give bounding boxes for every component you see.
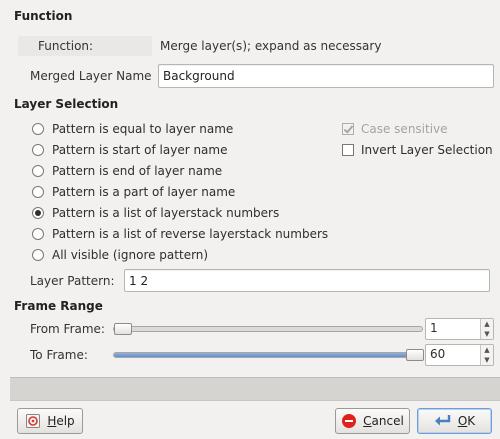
from-frame-spin-buttons: ▲ ▼	[480, 319, 493, 339]
help-mnemonic: H	[47, 414, 57, 428]
spin-up-icon[interactable]: ▲	[481, 345, 493, 355]
layer-pattern-label: Layer Pattern:	[30, 274, 115, 288]
radio-label: Pattern is end of layer name	[52, 164, 223, 178]
function-label: Function:	[38, 39, 94, 53]
radio-option-end[interactable]: Pattern is end of layer name	[32, 162, 328, 180]
radio-button[interactable]	[32, 123, 44, 135]
merged-layer-name-label: Merged Layer Name	[30, 69, 152, 83]
from-frame-slider[interactable]	[113, 323, 423, 335]
status-bar	[10, 377, 500, 401]
from-frame-slider-handle[interactable]	[114, 323, 132, 335]
radio-option-part[interactable]: Pattern is a part of layer name	[32, 183, 328, 201]
spin-up-icon[interactable]: ▲	[481, 319, 493, 329]
cancel-button-label: Cancel	[363, 414, 404, 428]
help-button-label-rest: elp	[56, 414, 75, 428]
ok-icon	[434, 413, 452, 429]
radio-label: All visible (ignore pattern)	[52, 248, 209, 262]
invert-layer-selection-checkbox[interactable]: Invert Layer Selection	[342, 141, 493, 159]
to-frame-spinbox[interactable]: 60 ▲ ▼	[425, 344, 494, 366]
radio-option-start[interactable]: Pattern is start of layer name	[32, 141, 328, 159]
spin-down-icon[interactable]: ▼	[481, 329, 493, 339]
function-label-box: Function:	[18, 36, 152, 56]
ok-button[interactable]: OK	[417, 408, 492, 434]
function-section-title: Function	[14, 9, 73, 23]
radio-option-all-visible[interactable]: All visible (ignore pattern)	[32, 246, 328, 264]
help-button[interactable]: Help	[17, 408, 83, 434]
spin-down-icon[interactable]: ▼	[481, 355, 493, 365]
cancel-button[interactable]: Cancel	[335, 408, 410, 434]
from-frame-value[interactable]: 1	[430, 321, 438, 335]
radio-button-selected[interactable]	[32, 207, 44, 219]
to-frame-slider-fill	[114, 353, 414, 357]
to-frame-spin-buttons: ▲ ▼	[480, 345, 493, 365]
layer-selection-title: Layer Selection	[14, 97, 119, 111]
cancel-icon	[341, 413, 357, 429]
cancel-mnemonic: C	[363, 414, 372, 428]
radio-option-reverse-layerstack-list[interactable]: Pattern is a list of reverse layerstack …	[32, 225, 328, 243]
help-button-label: Help	[47, 414, 74, 428]
help-icon	[25, 413, 41, 429]
radio-button[interactable]	[32, 186, 44, 198]
radio-label: Pattern is equal to layer name	[52, 122, 234, 136]
layer-pattern-input[interactable]: 1 2	[124, 269, 490, 292]
case-sensitive-label: Case sensitive	[361, 122, 448, 136]
checkbox-box[interactable]	[342, 123, 354, 135]
radio-label: Pattern is a list of reverse layerstack …	[52, 227, 329, 241]
to-frame-label: To Frame:	[30, 348, 88, 362]
radio-label: Pattern is a part of layer name	[52, 185, 236, 199]
function-value: Merge layer(s); expand as necessary	[160, 39, 382, 53]
case-sensitive-checkbox[interactable]: Case sensitive	[342, 120, 448, 138]
cancel-button-label-rest: ancel	[371, 414, 404, 428]
ok-button-label-rest: K	[467, 414, 476, 428]
radio-label: Pattern is start of layer name	[52, 143, 228, 157]
radio-option-layerstack-list[interactable]: Pattern is a list of layerstack numbers	[32, 204, 328, 222]
merged-layer-name-input[interactable]: Background	[158, 64, 494, 88]
radio-option-equal[interactable]: Pattern is equal to layer name	[32, 120, 328, 138]
ok-button-label: OK	[458, 414, 475, 428]
radio-label: Pattern is a list of layerstack numbers	[52, 206, 280, 220]
radio-button[interactable]	[32, 228, 44, 240]
ok-mnemonic: O	[457, 414, 468, 428]
radio-button[interactable]	[32, 249, 44, 261]
radio-button[interactable]	[32, 165, 44, 177]
to-frame-value[interactable]: 60	[430, 347, 445, 361]
frame-range-title: Frame Range	[14, 299, 103, 313]
radio-button[interactable]	[32, 144, 44, 156]
invert-layer-selection-label: Invert Layer Selection	[361, 143, 493, 157]
to-frame-slider[interactable]	[113, 349, 424, 361]
from-frame-label: From Frame:	[30, 322, 105, 336]
layer-selection-radio-group: Pattern is equal to layer name Pattern i…	[32, 120, 328, 264]
from-frame-spinbox[interactable]: 1 ▲ ▼	[425, 318, 494, 340]
to-frame-slider-handle[interactable]	[406, 349, 424, 361]
checkbox-box[interactable]	[342, 144, 354, 156]
